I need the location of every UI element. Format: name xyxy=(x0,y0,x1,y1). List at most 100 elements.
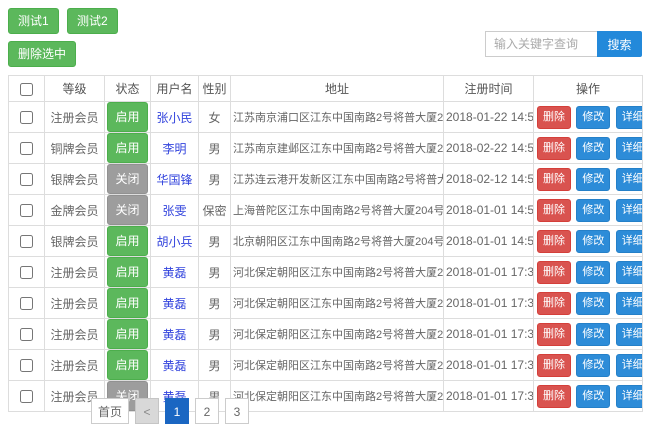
status-cell: 启用 xyxy=(105,133,151,164)
select-all-checkbox[interactable] xyxy=(20,83,33,96)
search-input[interactable] xyxy=(485,31,597,57)
status-button[interactable]: 启用 xyxy=(107,350,147,380)
username-cell: 黄磊 xyxy=(151,288,199,319)
edit-button[interactable]: 修改 xyxy=(576,323,610,346)
address-cell: 河北保定朝阳区江东中国南路2号将普大厦204号 xyxy=(231,381,444,412)
row-checkbox[interactable] xyxy=(20,204,33,217)
row-checkbox[interactable] xyxy=(20,359,33,372)
status-button[interactable]: 启用 xyxy=(107,257,147,287)
level-cell: 注册会员 xyxy=(45,288,105,319)
status-button[interactable]: 启用 xyxy=(107,226,147,256)
detail-button[interactable]: 详细 xyxy=(616,199,643,222)
delete-button[interactable]: 删除 xyxy=(537,168,571,191)
delete-selected-button[interactable]: 删除选中 xyxy=(8,41,76,67)
row-checkbox[interactable] xyxy=(20,266,33,279)
detail-button[interactable]: 详细 xyxy=(616,230,643,253)
delete-button[interactable]: 删除 xyxy=(537,385,571,408)
delete-button[interactable]: 删除 xyxy=(537,354,571,377)
status-button[interactable]: 启用 xyxy=(107,319,147,349)
status-button[interactable]: 关闭 xyxy=(107,164,147,194)
delete-button[interactable]: 删除 xyxy=(537,137,571,160)
header-actions: 操作 xyxy=(534,76,643,102)
row-select-cell xyxy=(9,195,45,226)
username-link[interactable]: 黄磊 xyxy=(162,297,186,311)
page-button[interactable]: 1 xyxy=(165,398,189,424)
edit-button[interactable]: 修改 xyxy=(576,354,610,377)
row-checkbox[interactable] xyxy=(20,142,33,155)
page-button[interactable]: 3 xyxy=(225,398,249,424)
row-checkbox[interactable] xyxy=(20,173,33,186)
row-checkbox[interactable] xyxy=(20,235,33,248)
gender-cell: 保密 xyxy=(199,195,231,226)
actions-cell: 删除 修改 详细 xyxy=(534,164,643,195)
search-button[interactable]: 搜索 xyxy=(597,31,642,57)
table-header-row: 等级 状态 用户名 性别 地址 注册时间 操作 xyxy=(9,76,643,102)
address-cell: 北京朝阳区江东中国南路2号将普大厦204号 xyxy=(231,226,444,257)
edit-button[interactable]: 修改 xyxy=(576,137,610,160)
actions-cell: 删除 修改 详细 xyxy=(534,102,643,133)
row-checkbox[interactable] xyxy=(20,297,33,310)
edit-button[interactable]: 修改 xyxy=(576,106,610,129)
detail-button[interactable]: 详细 xyxy=(616,168,643,191)
detail-button[interactable]: 详细 xyxy=(616,137,643,160)
table-row: 注册会员 启用 黄磊 男 河北保定朝阳区江东中国南路2号将普大厦204号 201… xyxy=(9,257,643,288)
gender-cell: 男 xyxy=(199,226,231,257)
row-select-cell xyxy=(9,102,45,133)
delete-button[interactable]: 删除 xyxy=(537,261,571,284)
username-link[interactable]: 张小民 xyxy=(156,111,192,125)
test2-button[interactable]: 测试2 xyxy=(67,8,118,34)
prev-page-button[interactable]: < xyxy=(135,398,159,424)
table-body: 注册会员 启用 张小民 女 江苏南京浦口区江东中国南路2号将普大厦204号 20… xyxy=(9,102,643,412)
address-cell: 江苏南京建邺区江东中国南路2号将普大厦204号 xyxy=(231,133,444,164)
table-row: 铜牌会员 启用 李明 男 江苏南京建邺区江东中国南路2号将普大厦204号 201… xyxy=(9,133,643,164)
delete-button[interactable]: 删除 xyxy=(537,199,571,222)
delete-button[interactable]: 删除 xyxy=(537,230,571,253)
edit-button[interactable]: 修改 xyxy=(576,261,610,284)
first-page-button[interactable]: 首页 xyxy=(91,398,129,424)
detail-button[interactable]: 详细 xyxy=(616,385,643,408)
username-link[interactable]: 黄磊 xyxy=(162,266,186,280)
edit-button[interactable]: 修改 xyxy=(576,292,610,315)
status-cell: 启用 xyxy=(105,257,151,288)
row-checkbox[interactable] xyxy=(20,111,33,124)
edit-button[interactable]: 修改 xyxy=(576,199,610,222)
detail-button[interactable]: 详细 xyxy=(616,292,643,315)
header-reg-time: 注册时间 xyxy=(444,76,534,102)
reg-time-cell: 2018-01-01 17:37 xyxy=(444,257,534,288)
header-gender: 性别 xyxy=(199,76,231,102)
level-cell: 银牌会员 xyxy=(45,226,105,257)
delete-button[interactable]: 删除 xyxy=(537,106,571,129)
delete-button[interactable]: 删除 xyxy=(537,323,571,346)
username-link[interactable]: 李明 xyxy=(162,142,186,156)
username-link[interactable]: 胡小兵 xyxy=(156,235,192,249)
detail-button[interactable]: 详细 xyxy=(616,354,643,377)
username-link[interactable]: 黄磊 xyxy=(162,328,186,342)
row-select-cell xyxy=(9,164,45,195)
detail-button[interactable]: 详细 xyxy=(616,261,643,284)
edit-button[interactable]: 修改 xyxy=(576,230,610,253)
detail-button[interactable]: 详细 xyxy=(616,323,643,346)
gender-cell: 男 xyxy=(199,319,231,350)
username-cell: 张雯 xyxy=(151,195,199,226)
actions-cell: 删除 修改 详细 xyxy=(534,319,643,350)
username-link[interactable]: 张雯 xyxy=(162,204,186,218)
username-link[interactable]: 黄磊 xyxy=(162,359,186,373)
username-cell: 黄磊 xyxy=(151,257,199,288)
reg-time-cell: 2018-01-22 14:51 xyxy=(444,102,534,133)
detail-button[interactable]: 详细 xyxy=(616,106,643,129)
status-button[interactable]: 关闭 xyxy=(107,195,147,225)
row-checkbox[interactable] xyxy=(20,390,33,403)
status-button[interactable]: 启用 xyxy=(107,133,147,163)
gender-cell: 男 xyxy=(199,288,231,319)
edit-button[interactable]: 修改 xyxy=(576,385,610,408)
reg-time-cell: 2018-01-01 17:37 xyxy=(444,319,534,350)
edit-button[interactable]: 修改 xyxy=(576,168,610,191)
page-button[interactable]: 2 xyxy=(195,398,219,424)
status-button[interactable]: 启用 xyxy=(107,288,147,318)
actions-cell: 删除 修改 详细 xyxy=(534,350,643,381)
row-checkbox[interactable] xyxy=(20,328,33,341)
username-link[interactable]: 华国锋 xyxy=(156,173,192,187)
status-button[interactable]: 启用 xyxy=(107,102,147,132)
delete-button[interactable]: 删除 xyxy=(537,292,571,315)
test1-button[interactable]: 测试1 xyxy=(8,8,59,34)
